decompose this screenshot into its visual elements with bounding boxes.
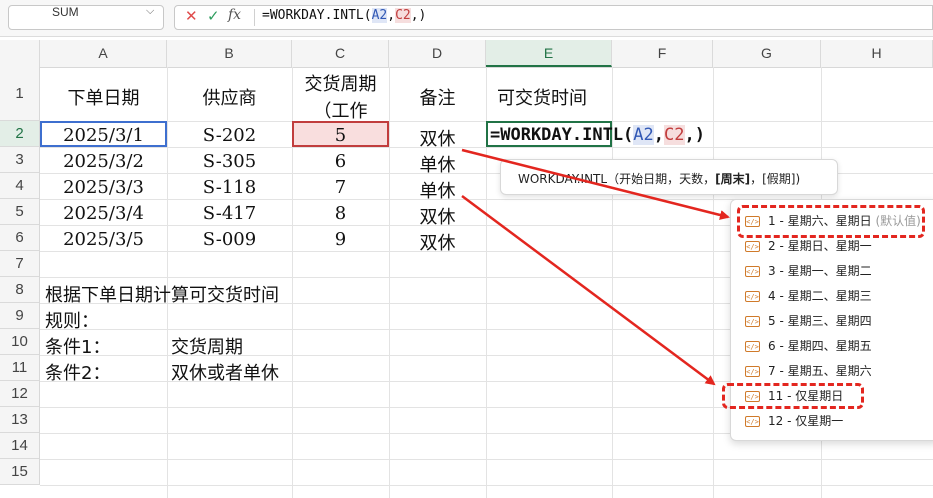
arrow-to-option-1 [461,148,730,220]
arrow-to-option-11 [461,194,716,386]
annotation-arrows [461,148,730,386]
